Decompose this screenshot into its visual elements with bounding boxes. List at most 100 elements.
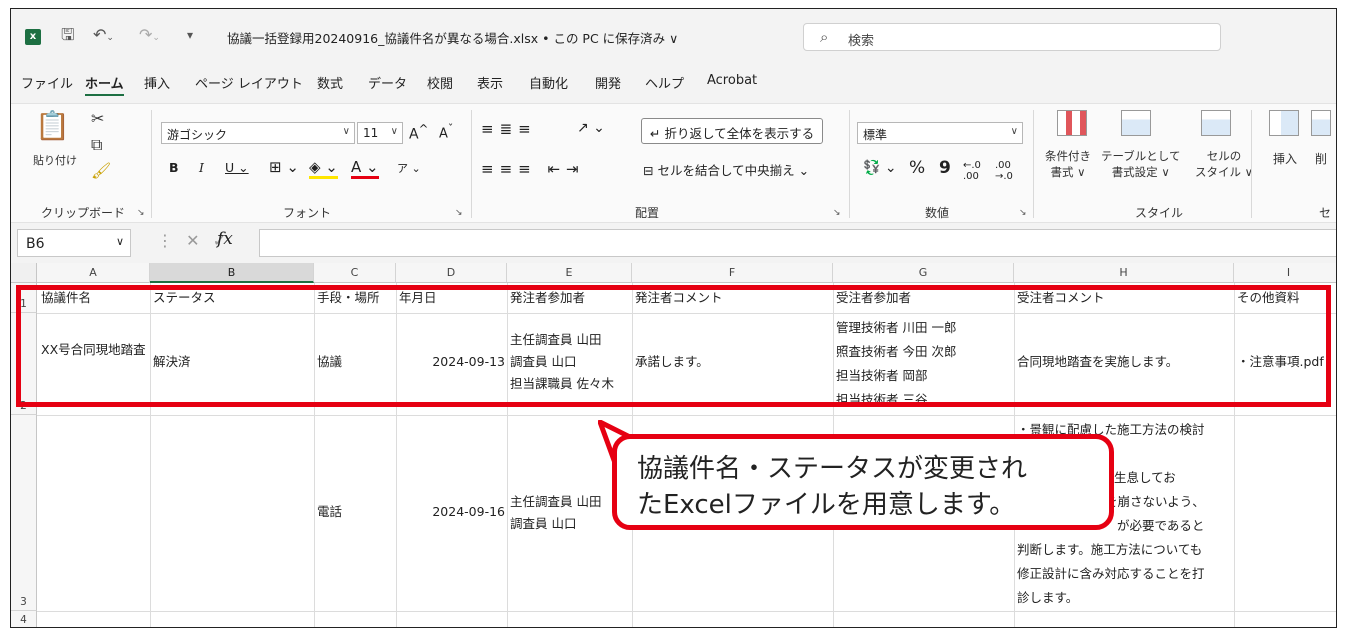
shrink-font-icon[interactable]: Aˇ bbox=[439, 122, 453, 141]
name-box[interactable]: B6 ∨ bbox=[17, 229, 131, 257]
number-format-select[interactable]: 標準 ∨ bbox=[857, 122, 1023, 144]
undo-icon[interactable]: ↶⌄ bbox=[93, 25, 114, 48]
row-header-2[interactable]: 2 bbox=[11, 313, 37, 415]
cell-c1[interactable]: 手段・場所 bbox=[317, 287, 380, 309]
cell-h3-line6[interactable]: 判断します。施工方法についても bbox=[1017, 539, 1202, 561]
cell-h3-line7[interactable]: 修正設計に含み対応することを打 bbox=[1017, 563, 1205, 585]
decrease-decimal-icon[interactable]: .00 →.0 bbox=[995, 160, 1013, 182]
row-header-3[interactable]: 3 bbox=[11, 415, 37, 611]
cell-g1[interactable]: 受注者参加者 bbox=[836, 287, 911, 309]
clipboard-launcher-icon[interactable]: ↘ bbox=[137, 208, 145, 218]
cell-b1[interactable]: ステータス bbox=[153, 287, 216, 309]
border-icon[interactable]: ⊞ ⌄ bbox=[269, 158, 299, 176]
search-box[interactable]: ⌕ 検索 bbox=[803, 23, 1221, 51]
conditional-format-icon[interactable] bbox=[1057, 110, 1087, 136]
copy-icon[interactable]: ⧉ bbox=[91, 136, 102, 154]
cell-c2[interactable]: 協議 bbox=[317, 351, 342, 373]
font-size-select[interactable]: 11 ∨ bbox=[357, 122, 403, 144]
customize-toolbar-icon[interactable]: ▾ bbox=[187, 25, 193, 45]
bold-icon[interactable]: B bbox=[169, 160, 179, 175]
formula-input[interactable] bbox=[259, 229, 1336, 257]
cell-i2[interactable]: ・注意事項.pdf bbox=[1237, 351, 1324, 373]
conditional-format-button[interactable]: 条件付き 書式 ∨ bbox=[1045, 148, 1091, 180]
tab-automate[interactable]: 自動化 bbox=[529, 73, 568, 92]
format-as-table-button[interactable]: テーブルとして 書式設定 ∨ bbox=[1101, 148, 1180, 180]
tab-formulas[interactable]: 数式 bbox=[317, 73, 343, 92]
grow-font-icon[interactable]: A^ bbox=[409, 122, 428, 143]
format-painter-icon[interactable]: 🖌 bbox=[91, 162, 111, 180]
format-as-table-icon[interactable] bbox=[1121, 110, 1151, 136]
tab-developer[interactable]: 開発 bbox=[595, 73, 621, 92]
font-name-select[interactable]: 游ゴシック ∨ bbox=[161, 122, 355, 144]
alignment-launcher-icon[interactable]: ↘ bbox=[833, 208, 841, 218]
redo-icon[interactable]: ↷⌄ bbox=[139, 25, 160, 48]
tab-insert[interactable]: 挿入 bbox=[144, 73, 170, 92]
column-header-e[interactable]: E bbox=[507, 263, 632, 283]
tab-file[interactable]: ファイル bbox=[21, 73, 73, 92]
document-title[interactable]: 協議一括登録用20240916_協議件名が異なる場合.xlsx • この PC … bbox=[227, 28, 678, 47]
paste-icon[interactable]: 📋 bbox=[35, 110, 70, 142]
fill-color-icon[interactable]: ◈ ⌄ bbox=[309, 158, 338, 179]
tab-acrobat[interactable]: Acrobat bbox=[707, 73, 757, 88]
delete-cells-button[interactable]: 削 bbox=[1315, 150, 1327, 167]
cell-i1[interactable]: その他資料 bbox=[1237, 287, 1300, 309]
cell-g2-line3[interactable]: 担当技術者 岡部 bbox=[836, 365, 927, 387]
cell-e2-line3[interactable]: 担当課職員 佐々木 bbox=[510, 373, 614, 395]
italic-icon[interactable]: I bbox=[199, 160, 204, 175]
cell-c3[interactable]: 電話 bbox=[317, 501, 342, 523]
phonetic-icon[interactable]: ア ⌄ bbox=[397, 160, 421, 176]
save-icon[interactable]: 🖫 bbox=[61, 25, 75, 45]
orientation-icon[interactable]: ↗ ⌄ bbox=[577, 120, 605, 136]
cell-g2-line2[interactable]: 照査技術者 今田 次郎 bbox=[836, 341, 956, 363]
cell-styles-button[interactable]: セルの スタイル ∨ bbox=[1195, 148, 1253, 180]
comma-icon[interactable]: 9 bbox=[939, 158, 951, 178]
percent-icon[interactable]: % bbox=[909, 158, 925, 178]
insert-cells-button[interactable]: 挿入 bbox=[1273, 150, 1297, 167]
cell-e3-line1[interactable]: 主任調査員 山田 bbox=[510, 491, 601, 513]
cell-e3-line2[interactable]: 調査員 山口 bbox=[510, 513, 576, 535]
horizontal-align-icons[interactable]: ≡≡≡ ⇤⇥ bbox=[481, 160, 585, 178]
tab-help[interactable]: ヘルプ bbox=[645, 73, 684, 92]
cell-f1[interactable]: 発注者コメント bbox=[635, 287, 723, 309]
column-header-i[interactable]: I bbox=[1234, 263, 1336, 283]
cell-a2[interactable]: XX号合同現地踏査 bbox=[41, 339, 149, 361]
cell-f2[interactable]: 承諾します。 bbox=[635, 351, 709, 373]
wrap-text-button[interactable]: ↵ 折り返して全体を表示する bbox=[641, 118, 824, 144]
font-color-icon[interactable]: A ⌄ bbox=[351, 158, 379, 179]
row-header-1[interactable]: 1 bbox=[11, 283, 37, 313]
tab-data[interactable]: データ bbox=[368, 73, 407, 92]
cell-d1[interactable]: 年月日 bbox=[399, 287, 437, 309]
number-launcher-icon[interactable]: ↘ bbox=[1019, 208, 1027, 218]
cell-d3[interactable]: 2024-09-16 bbox=[399, 501, 505, 523]
cell-h3-line5[interactable]: が必要であると bbox=[1117, 515, 1204, 537]
cell-b2[interactable]: 解決済 bbox=[153, 351, 191, 373]
cell-h3-line4[interactable]: を崩さないよう、 bbox=[1105, 491, 1205, 513]
column-header-a[interactable]: A bbox=[37, 263, 150, 283]
currency-icon[interactable]: 💱 ⌄ bbox=[863, 160, 897, 176]
column-header-g[interactable]: G bbox=[833, 263, 1014, 283]
column-header-f[interactable]: F bbox=[632, 263, 833, 283]
underline-icon[interactable]: U ⌄ bbox=[225, 160, 249, 175]
cell-a1[interactable]: 協議件名 bbox=[41, 287, 91, 309]
paste-label[interactable]: 貼り付け bbox=[33, 152, 77, 168]
select-all-corner[interactable] bbox=[11, 263, 37, 283]
cell-e1[interactable]: 発注者参加者 bbox=[510, 287, 585, 309]
insert-cells-icon[interactable] bbox=[1269, 110, 1299, 136]
cell-h3-line8[interactable]: 診します。 bbox=[1017, 587, 1078, 609]
column-header-h[interactable]: H bbox=[1014, 263, 1234, 283]
vertical-align-icons[interactable]: ≡≣≡ bbox=[481, 120, 537, 138]
cell-h2[interactable]: 合同現地踏査を実施します。 bbox=[1017, 351, 1178, 373]
tab-review[interactable]: 校閲 bbox=[427, 73, 453, 92]
increase-decimal-icon[interactable]: ←.0.00 bbox=[963, 160, 981, 182]
cell-h1[interactable]: 受注者コメント bbox=[1017, 287, 1105, 309]
delete-cells-icon[interactable] bbox=[1311, 110, 1331, 136]
font-launcher-icon[interactable]: ↘ bbox=[455, 208, 463, 218]
column-header-d[interactable]: D bbox=[396, 263, 507, 283]
row-header-4[interactable]: 4 bbox=[11, 611, 37, 627]
cell-styles-icon[interactable] bbox=[1201, 110, 1231, 136]
cell-e2-line1[interactable]: 主任調査員 山田 bbox=[510, 329, 601, 351]
tab-page-layout[interactable]: ページ レイアウト bbox=[195, 73, 303, 92]
cell-g2-line4[interactable]: 担当技術者 三谷 bbox=[836, 389, 927, 411]
cell-g2-line1[interactable]: 管理技術者 川田 一郎 bbox=[836, 317, 956, 339]
cell-d2[interactable]: 2024-09-13 bbox=[399, 351, 505, 373]
